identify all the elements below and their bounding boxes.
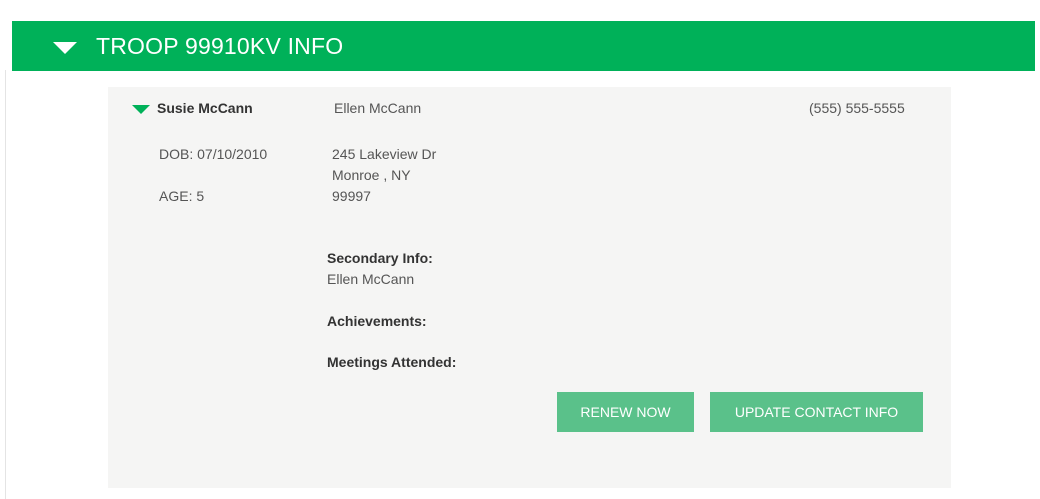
phone-number: (555) 555-5555 xyxy=(809,100,905,116)
address-line-1: 245 Lakeview Dr xyxy=(332,146,437,162)
member-name[interactable]: Susie McCann xyxy=(157,98,253,118)
parent-name: Ellen McCann xyxy=(334,100,422,116)
member-dob: DOB: 07/10/2010 xyxy=(159,146,268,162)
secondary-info-label: Secondary Info: xyxy=(327,250,433,266)
troop-header[interactable]: TROOP 99910KV INFO xyxy=(12,21,1035,71)
renew-now-button[interactable]: RENEW NOW xyxy=(557,392,694,432)
left-divider xyxy=(5,70,6,499)
address-line-3: 99997 xyxy=(332,188,371,204)
update-contact-info-button[interactable]: UPDATE CONTACT INFO xyxy=(710,392,923,432)
secondary-info-value: Ellen McCann xyxy=(327,271,415,287)
page: TROOP 99910KV INFO Susie McCann Ellen Mc… xyxy=(0,0,1040,499)
caret-down-icon[interactable] xyxy=(53,42,77,54)
achievements-label: Achievements: xyxy=(327,313,427,329)
troop-title: TROOP 99910KV INFO xyxy=(96,33,344,59)
address-line-2: Monroe , NY xyxy=(332,167,411,183)
caret-down-icon[interactable] xyxy=(132,105,150,114)
member-card: Susie McCann Ellen McCann (555) 555-5555… xyxy=(108,87,951,488)
member-age: AGE: 5 xyxy=(159,188,205,204)
meetings-attended-label: Meetings Attended: xyxy=(327,354,457,370)
